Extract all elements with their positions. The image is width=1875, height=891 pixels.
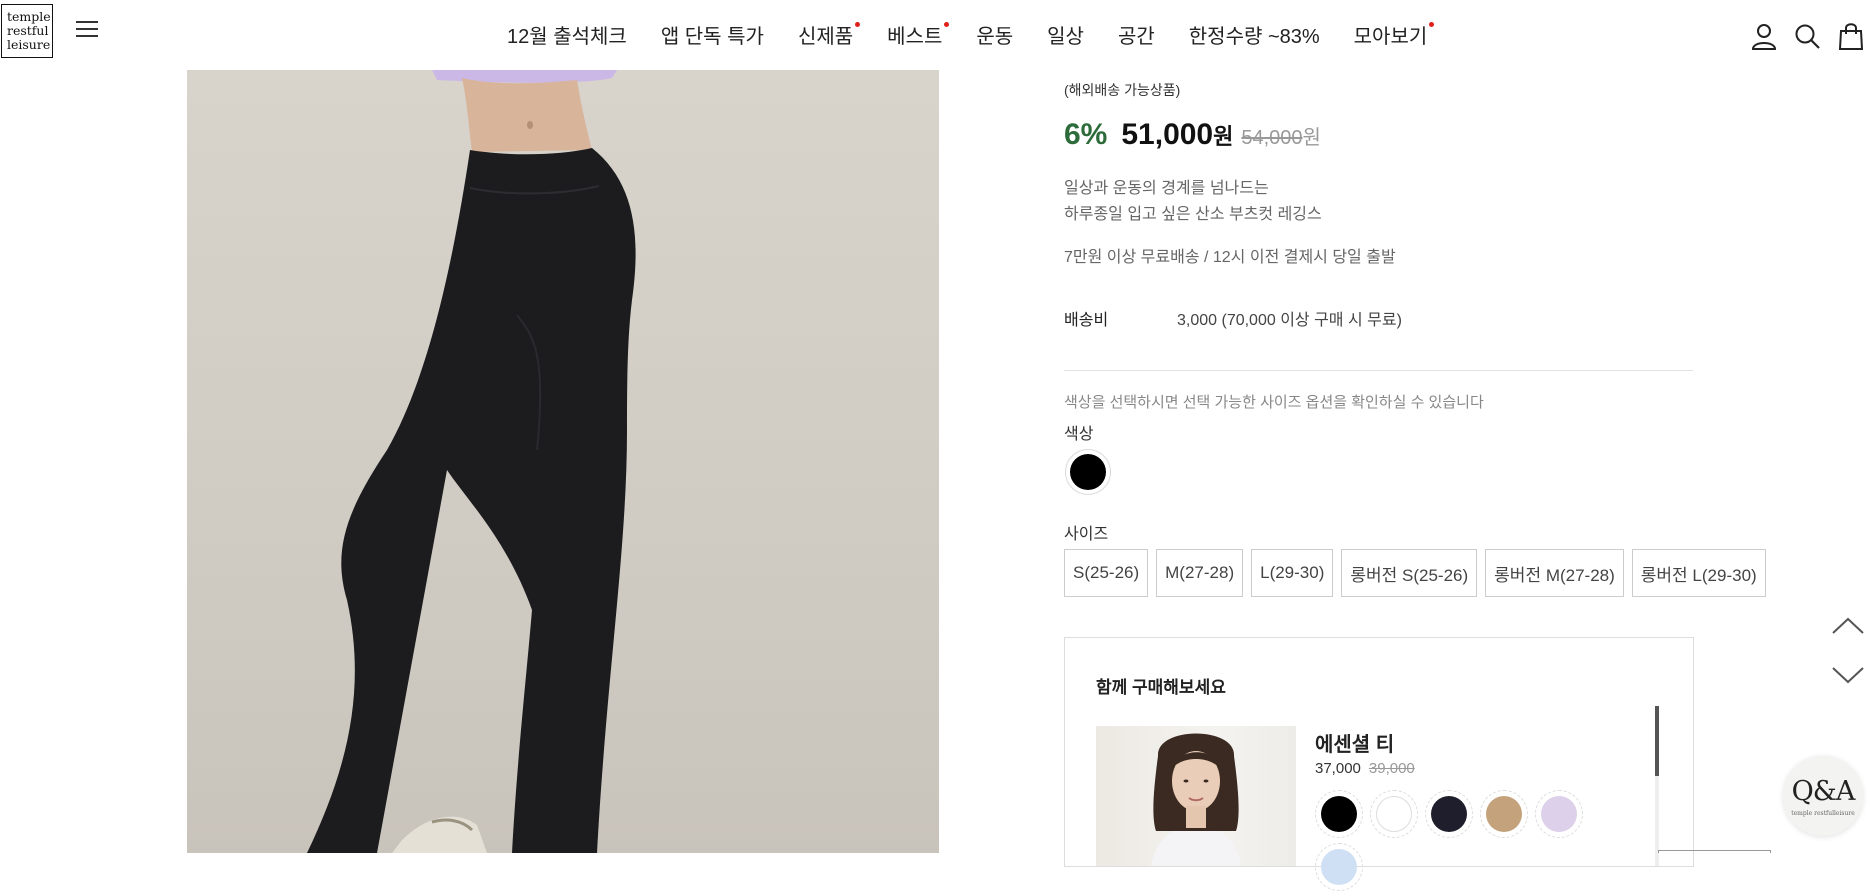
original-price: 54,000 (1241, 127, 1303, 149)
site-header: temple restful leisure 12월 출석체크 앱 단독 특가 … (0, 0, 1875, 70)
buy-together-title: 함께 구매해보세요 (1096, 678, 1226, 697)
qna-label: Q&A (1791, 776, 1856, 807)
price-row: 6% 51,000 원 54,000 원 (1064, 118, 1321, 152)
size-option-s[interactable]: S(25-26) (1064, 549, 1149, 597)
new-dot (944, 22, 950, 27)
leggings-photo (307, 70, 636, 853)
nav-item-new[interactable]: 신제품 (798, 20, 861, 49)
shopping-bag-icon[interactable] (1837, 22, 1865, 50)
size-option-long-l[interactable]: 롱버전 L(29-30) (1631, 549, 1766, 597)
recommended-sale-price: 37,000 (1315, 760, 1361, 777)
color-label: 색상 (1064, 426, 1094, 443)
original-price-unit: 원 (1302, 127, 1321, 149)
menu-icon[interactable] (76, 20, 98, 38)
nav-item-best[interactable]: 베스트 (887, 20, 950, 49)
recommended-item-name[interactable]: 에센셜 티 (1315, 728, 1394, 757)
scroll-up-icon[interactable] (1831, 616, 1865, 636)
shipping-fee-label: 배송비 (1064, 312, 1109, 329)
size-option-l[interactable]: L(29-30) (1251, 549, 1334, 597)
option-hint: 색상을 선택하시면 선택 가능한 사이즈 옵션을 확인하실 수 있습니다 (1064, 394, 1484, 411)
search-icon[interactable] (1793, 22, 1821, 50)
scroll-down-icon[interactable] (1831, 665, 1865, 685)
description-line: 일상과 운동의 경계를 넘나드는 (1064, 180, 1269, 197)
qna-button[interactable]: Q&A temple restfulleisure (1783, 756, 1863, 836)
model-photo (1151, 733, 1241, 866)
sale-price: 51,000 (1121, 118, 1214, 151)
buy-together-box: 함께 구매해보세요 에센셜 티 37,000 39,000 (1064, 637, 1694, 891)
nav-item-collection[interactable]: 모아보기 (1354, 20, 1435, 49)
recommended-item-price: 37,000 39,000 (1315, 760, 1415, 777)
recommended-color-swatches (1315, 790, 1590, 838)
description-line: 하루종일 입고 싶은 산소 부츠컷 레깅스 (1064, 206, 1322, 223)
logo-line-3: leisure (7, 37, 51, 52)
swatch-white[interactable] (1370, 790, 1418, 838)
divider (1064, 370, 1693, 371)
swatch-lavender[interactable] (1535, 790, 1583, 838)
main-nav: 12월 출석체크 앱 단독 특가 신제품 베스트 운동 일상 공간 한정수량 ~… (507, 20, 1461, 49)
scrollbar-thumb[interactable] (1655, 706, 1659, 776)
discount-rate: 6% (1064, 118, 1108, 151)
brand-logo[interactable]: temple restful leisure (1, 4, 53, 58)
nav-item-attendance[interactable]: 12월 출석체크 (507, 20, 627, 49)
recommended-item-image[interactable] (1096, 726, 1296, 866)
nav-item-workout[interactable]: 운동 (976, 20, 1013, 49)
size-label: 사이즈 (1064, 526, 1109, 543)
shipping-note: 7만원 이상 무료배송 / 12시 이전 결제시 당일 출발 (1064, 249, 1396, 266)
product-description: 일상과 운동의 경계를 넘나드는 하루종일 입고 싶은 산소 부츠컷 레깅스 (1064, 176, 1322, 228)
recommended-original-price: 39,000 (1368, 760, 1415, 777)
overseas-shipping-note: (해외배송 가능상품) (1064, 82, 1181, 98)
user-icon[interactable] (1750, 22, 1778, 50)
product-main-image[interactable] (187, 70, 939, 853)
logo-line-2: restful (7, 23, 49, 38)
swatch-black[interactable] (1315, 790, 1363, 838)
swatch-light-blue[interactable] (1315, 843, 1363, 891)
swatch-navy[interactable] (1425, 790, 1473, 838)
sale-price-unit: 원 (1213, 124, 1234, 149)
qna-sub-label: temple restfulleisure (1791, 810, 1855, 817)
swatch-beige[interactable] (1480, 790, 1528, 838)
nav-item-app-deal[interactable]: 앱 단독 특가 (661, 20, 764, 49)
logo-line-1: temple (7, 9, 51, 24)
recommend-scrollbar[interactable] (1655, 706, 1659, 866)
size-option-long-s[interactable]: 롱버전 S(25-26) (1341, 549, 1478, 597)
nav-item-daily[interactable]: 일상 (1047, 20, 1084, 49)
color-swatch-black[interactable] (1065, 449, 1111, 495)
new-dot (855, 22, 861, 27)
size-option-m[interactable]: M(27-28) (1156, 549, 1244, 597)
size-options: S(25-26) M(27-28) L(29-30) 롱버전 S(25-26) … (1064, 549, 1774, 597)
shipping-fee-value: 3,000 (70,000 이상 구매 시 무료) (1177, 312, 1402, 329)
new-dot (1429, 22, 1435, 27)
nav-item-limited[interactable]: 한정수량 ~83% (1189, 20, 1320, 49)
nav-item-space[interactable]: 공간 (1118, 20, 1155, 49)
size-option-long-m[interactable]: 롱버전 M(27-28) (1485, 549, 1624, 597)
